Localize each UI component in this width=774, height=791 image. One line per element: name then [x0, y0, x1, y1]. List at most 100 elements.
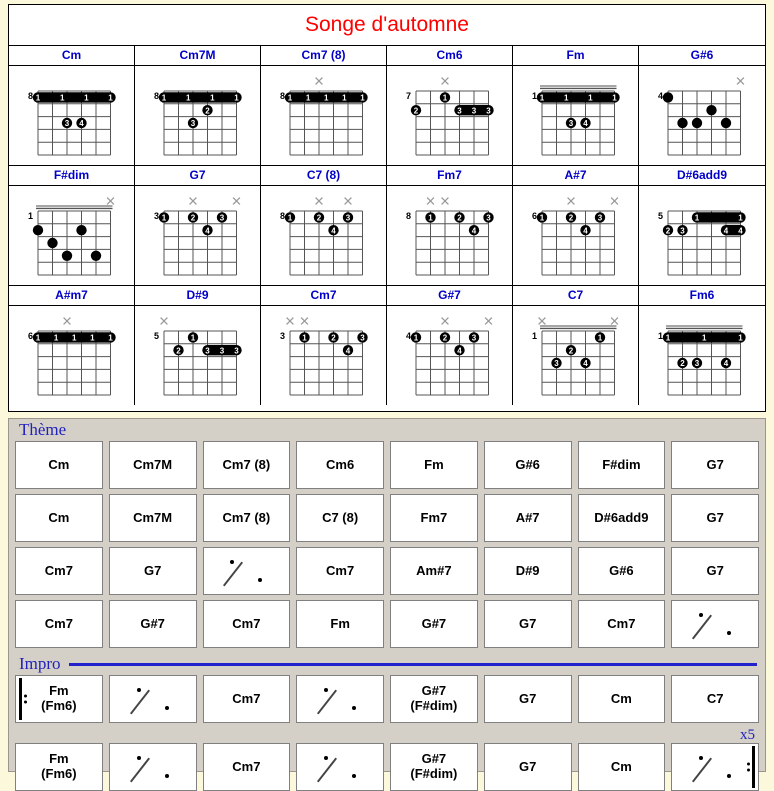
chord-measure-cell[interactable]: Cm7 (8) — [202, 441, 291, 489]
chord-measure-cell[interactable]: Fm — [390, 441, 478, 489]
chord-diagram-cell[interactable]: Fm6 1 1 1 1 2 3 4 — [639, 286, 765, 405]
chord-measure-cell[interactable]: G#7 (F#dim) — [390, 675, 478, 723]
svg-text:3: 3 — [153, 211, 158, 221]
chord-measure-cell[interactable]: G#6 — [483, 441, 572, 489]
chord-measure-cell[interactable]: Am#7 — [390, 547, 478, 595]
svg-text:2: 2 — [413, 106, 418, 115]
chord-diagram-cell[interactable]: Cm7 3 1 2 3 4 — [261, 286, 387, 405]
chord-diagram-cell[interactable]: Cm 8 1 1 1 1 3 4 — [9, 46, 135, 165]
fretboard-diagram: 8111134 — [9, 66, 134, 165]
chord-measure-cell[interactable] — [296, 743, 384, 791]
fretboard-diagram: 81 2 34 — [261, 186, 386, 285]
chord-diagram-cell[interactable]: G7 3 1 2 3 4 — [135, 166, 261, 285]
chord-diagram-cell[interactable]: Cm7 (8) 8 1 1 1 1 1 — [261, 46, 387, 165]
chord-measure-cell[interactable]: G7 — [108, 547, 197, 595]
repeat-measure-icon — [692, 754, 735, 783]
chord-diagram-cell[interactable]: D#6add9 5 1 1 4 4 2 3 — [639, 166, 765, 285]
chord-measure-cell[interactable]: Cm7 — [296, 547, 384, 595]
chord-measure-label: Cm7 — [232, 615, 261, 631]
chord-measure-cell[interactable]: Cm7 — [15, 547, 103, 595]
chord-measure-cell[interactable]: Cm7 — [202, 675, 291, 723]
svg-text:5: 5 — [658, 211, 663, 221]
chord-measure-cell[interactable]: Cm7 — [202, 743, 291, 791]
svg-text:3: 3 — [457, 106, 462, 115]
chord-diagram-cell[interactable]: F#dim 1 — [9, 166, 135, 285]
chord-measure-cell[interactable]: A#7 — [483, 494, 572, 542]
chord-measure-cell[interactable]: Cm7 (8) — [202, 494, 291, 542]
chord-measure-cell[interactable]: Fm7 — [390, 494, 478, 542]
svg-text:4: 4 — [724, 226, 729, 235]
chord-measure-label: G#6 — [609, 562, 634, 578]
chord-measure-cell[interactable]: D#9 — [483, 547, 572, 595]
impro-section-header: Impro — [15, 653, 759, 675]
chord-diagram-cell[interactable]: A#7 6 1 2 3 4 — [513, 166, 639, 285]
chord-measure-cell[interactable]: G7 — [671, 494, 759, 542]
chord-measure-cell[interactable]: G7 — [671, 547, 759, 595]
svg-text:1: 1 — [190, 334, 195, 343]
svg-text:5: 5 — [153, 331, 158, 341]
chord-measure-cell[interactable]: Cm7M — [108, 441, 197, 489]
chord-diagram-name: G7 — [135, 166, 260, 186]
svg-text:4: 4 — [583, 359, 588, 368]
chord-measure-label: Fm7 — [420, 509, 448, 525]
chord-measure-cell[interactable]: G7 — [483, 675, 572, 723]
chord-measure-cell[interactable]: Cm7 — [202, 600, 291, 648]
chord-measure-cell[interactable]: G#6 — [577, 547, 666, 595]
chord-diagram-cell[interactable]: C7 (8) 8 1 2 3 4 — [261, 166, 387, 285]
chord-measure-cell[interactable]: G7 — [483, 743, 572, 791]
chord-measure-cell[interactable]: G#7 — [390, 600, 478, 648]
chord-measure-cell[interactable]: G#7 — [108, 600, 197, 648]
chord-measure-label: G7 — [706, 509, 724, 525]
chord-measure-cell[interactable]: G7 — [483, 600, 572, 648]
chord-diagram-cell[interactable]: Fm 1 1 1 1 1 3 4 — [513, 46, 639, 165]
chord-measure-cell[interactable] — [202, 547, 291, 595]
chord-diagram-cell[interactable]: C7 1 1 2 3 4 — [513, 286, 639, 405]
chord-measure-label: Cm7 — [607, 615, 636, 631]
svg-text:4: 4 — [658, 91, 663, 101]
chord-diagram-cell[interactable]: Fm7 8 1 2 3 4 — [387, 166, 513, 285]
svg-text:4: 4 — [205, 226, 210, 235]
svg-text:3: 3 — [486, 106, 491, 115]
chord-diagram-cell[interactable]: Cm7M 8 1 1 1 1 2 3 — [135, 46, 261, 165]
chord-measure-cell[interactable]: Cm — [577, 675, 666, 723]
chord-diagram-name: F#dim — [9, 166, 134, 186]
svg-text:3: 3 — [597, 214, 602, 223]
chord-measure-cell[interactable]: Cm7 — [577, 600, 666, 648]
chord-diagram-cell[interactable]: D#9 5 3 3 3 1 2 — [135, 286, 261, 405]
chord-measure-cell[interactable]: Fm (Fm6) — [15, 743, 103, 791]
chord-measure-cell[interactable]: Cm7M — [108, 494, 197, 542]
chord-measure-cell[interactable]: Cm — [15, 494, 103, 542]
chord-measure-cell[interactable] — [108, 675, 197, 723]
chord-measure-cell[interactable]: Cm6 — [296, 441, 384, 489]
chord-measure-cell[interactable]: Fm (Fm6) — [15, 675, 103, 723]
svg-text:3: 3 — [471, 334, 476, 343]
chord-diagram-name: G#6 — [639, 46, 765, 66]
chord-measure-cell[interactable] — [671, 600, 759, 648]
chord-measure-cell[interactable]: Cm — [15, 441, 103, 489]
chord-diagram-cell[interactable]: G#7 4 1 2 3 4 — [387, 286, 513, 405]
chord-measure-label: Fm (Fm6) — [41, 683, 77, 713]
svg-text:4: 4 — [724, 359, 729, 368]
chord-diagram-cell[interactable]: Cm6 7 3 3 3 1 2 — [387, 46, 513, 165]
chord-measure-cell[interactable] — [108, 743, 197, 791]
chord-measure-label: Cm — [48, 509, 70, 525]
chord-measure-cell[interactable]: D#6add9 — [577, 494, 666, 542]
impro-label: Impro — [19, 654, 61, 673]
chord-measure-cell[interactable]: G7 — [671, 441, 759, 489]
chord-measure-label: G#7 — [140, 615, 165, 631]
chord-measure-cell[interactable]: G#7 (F#dim) — [390, 743, 478, 791]
chord-measure-cell[interactable]: C7 (8) — [296, 494, 384, 542]
progression-row: Cm Cm7M Cm7 (8) Cm6 Fm G#6 F#dim G7 — [15, 441, 759, 489]
chord-diagram-cell[interactable]: G#6 4 — [639, 46, 765, 165]
chord-measure-cell[interactable]: Fm — [296, 600, 384, 648]
chord-measure-cell[interactable]: Cm — [577, 743, 666, 791]
chord-measure-cell[interactable]: F#dim — [577, 441, 666, 489]
svg-text:1: 1 — [539, 94, 544, 103]
chord-diagram-name: Fm6 — [639, 286, 765, 306]
svg-text:4: 4 — [345, 346, 350, 355]
chord-measure-cell[interactable] — [296, 675, 384, 723]
chord-diagram-cell[interactable]: A#m7 6 1 1 1 1 1 — [9, 286, 135, 405]
chord-measure-cell[interactable]: C7 — [671, 675, 759, 723]
chord-measure-cell[interactable]: Cm7 — [15, 600, 103, 648]
chord-measure-cell[interactable] — [671, 743, 759, 791]
